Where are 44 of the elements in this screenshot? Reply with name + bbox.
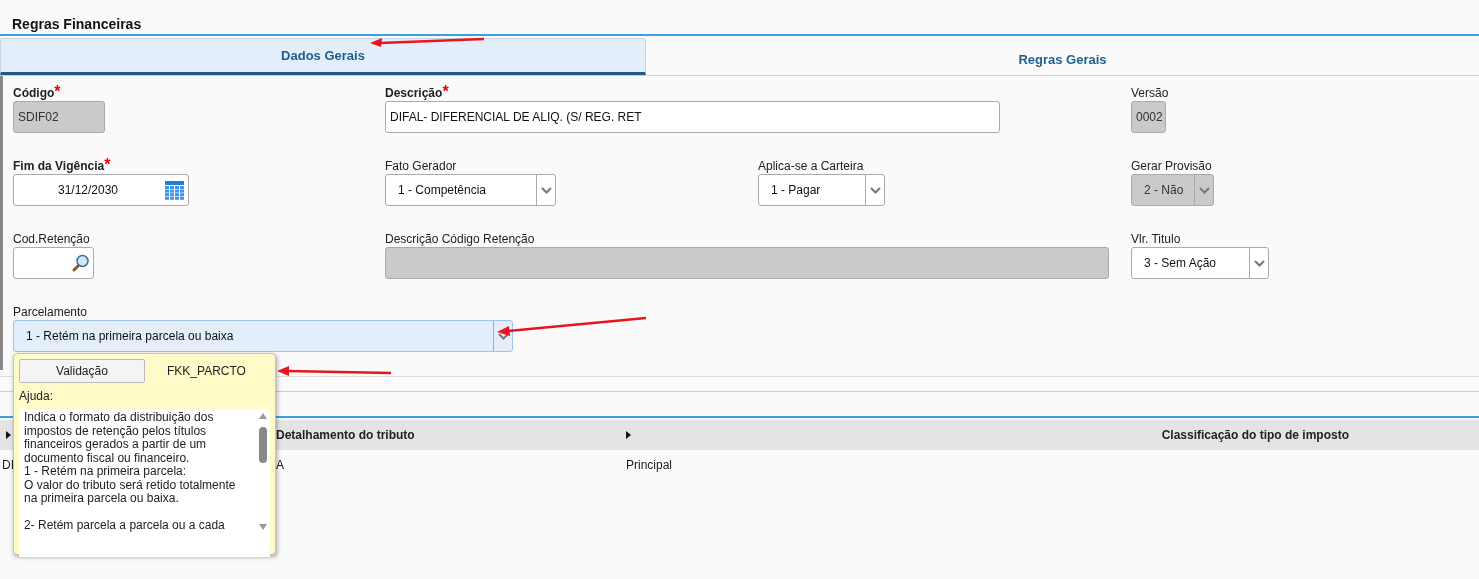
table-cell: Principal — [626, 458, 673, 472]
dropdown[interactable]: 1 - Retém na primeira parcela ou baixa — [13, 320, 513, 352]
field-label: Vlr. Titulo — [1131, 232, 1181, 246]
field-label: Código — [13, 86, 55, 100]
field-label: Aplica-se a Carteira — [758, 159, 864, 173]
help-paragraph: 1 - Retém na primeira parcela: — [24, 465, 188, 479]
caret-icon — [540, 186, 552, 194]
dropdown[interactable]: 3 - Sem Ação — [1131, 247, 1269, 279]
caret-icon — [869, 186, 881, 194]
field-label: Fim da Vigência — [13, 159, 105, 173]
field-label: Parcelamento — [13, 305, 88, 319]
sort-icon[interactable] — [626, 431, 631, 439]
help-label: Ajuda: — [19, 389, 54, 403]
required-mark: * — [104, 159, 111, 171]
field-label: Cod.Retenção — [13, 232, 90, 246]
calendar-icon[interactable] — [165, 180, 184, 200]
lookup-field[interactable] — [13, 247, 94, 279]
table-cell: DI — [2, 458, 14, 472]
field-label: Gerar Provisão — [1131, 159, 1212, 173]
search-icon[interactable] — [72, 254, 89, 272]
caret-icon — [497, 332, 509, 340]
validation-button[interactable]: Validação — [19, 359, 145, 383]
sort-icon[interactable] — [6, 431, 11, 439]
field-label: Descrição Código Retenção — [385, 232, 535, 246]
required-mark: * — [54, 86, 61, 98]
help-paragraph: 2- Retém parcela a parcela ou a cada — [24, 519, 226, 533]
column-header[interactable]: Classificação do tipo de imposto — [1161, 428, 1349, 442]
date-field[interactable]: 31/12/2030 — [13, 174, 189, 206]
text-field[interactable]: DIFAL- DIFERENCIAL DE ALIQ. (S/ REG. RET — [385, 101, 1000, 133]
help-paragraph: Indica o formato da distribuição dos impostos de retenção pelos títulos financeiros gerados a partir de um documento fiscal ou financeiro. — [24, 411, 215, 465]
help-paragraph: O valor do tributo será retido totalmente na primeira parcela ou baixa. — [24, 478, 237, 506]
dropdown[interactable]: 1 - Pagar — [758, 174, 885, 206]
caret-icon — [1198, 186, 1210, 194]
field-name: FKK_PARCTO — [167, 364, 246, 378]
field-label: Fato Gerador — [385, 159, 457, 173]
tab[interactable]: Dados Gerais — [0, 38, 646, 75]
required-mark: * — [442, 86, 449, 98]
caret-icon — [1253, 259, 1265, 267]
table-cell: A — [276, 458, 284, 472]
field-label: Versão — [1131, 86, 1169, 100]
field-label: Descrição — [385, 86, 443, 100]
column-header[interactable]: Detalhamento do tributo — [276, 428, 415, 442]
page-title: Regras Financeiras — [11, 15, 143, 34]
dropdown[interactable]: 1 - Competência — [385, 174, 556, 206]
